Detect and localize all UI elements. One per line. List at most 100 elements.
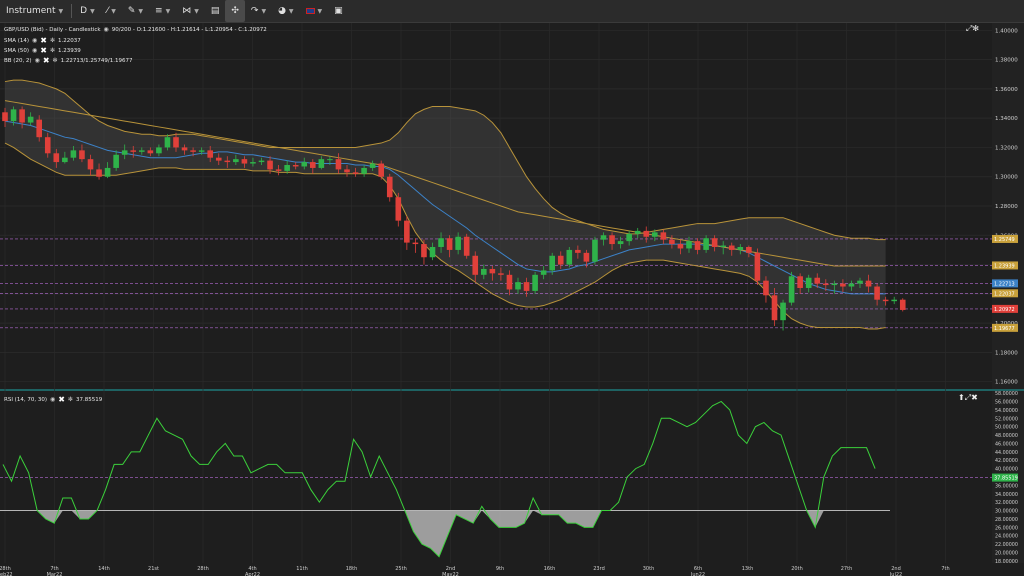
rsi-tick-label: 44.00000 (995, 450, 1018, 456)
candle-body (27, 116, 34, 123)
candle-body (70, 150, 77, 158)
candle-body (481, 268, 487, 275)
x-tick-label: 30th (643, 566, 655, 572)
rsi-tick-label: 24.00000 (995, 534, 1018, 540)
sma14-label: SMA (14) (4, 37, 30, 44)
rsi-label: RSI (14, 70, 30) (4, 396, 47, 403)
x-tick-label: 14th (98, 566, 110, 572)
candle-body (378, 163, 384, 177)
price-tag-label: 1.23939 (994, 263, 1015, 269)
price-tag-label: 1.19677 (994, 326, 1015, 332)
rsi-tick-label: 18.00000 (995, 559, 1018, 565)
candle-body (369, 163, 376, 168)
eye-icon[interactable]: ◉ (32, 37, 37, 44)
eye-icon[interactable]: ◉ (35, 57, 40, 64)
candle-body (267, 160, 273, 170)
rsi-tick-label: 58.00000 (995, 391, 1018, 397)
candle-body (62, 157, 68, 163)
candle-body (686, 241, 692, 249)
price-tick-label: 1.36000 (995, 87, 1018, 93)
move-up-icon[interactable]: ⬆ (958, 393, 965, 402)
price-tag-label: 1.22713 (994, 281, 1015, 287)
candle-body (335, 159, 342, 170)
bb-label: BB (20, 2) (4, 57, 32, 64)
gear-icon[interactable]: ✻ (68, 396, 73, 403)
candle-body (258, 160, 265, 163)
price-tick-label: 1.30000 (995, 175, 1018, 181)
candle-body (173, 137, 179, 148)
x-tick-label: 27th (841, 566, 853, 572)
candle-body (711, 238, 718, 247)
candle-body (489, 268, 496, 274)
rsi-tick-label: 30.00000 (995, 509, 1018, 515)
candle-body (79, 150, 85, 160)
gear-icon[interactable]: ✻ (53, 57, 58, 64)
rsi-tick-label: 40.00000 (995, 467, 1018, 473)
candle-body (96, 169, 102, 177)
candle-body (19, 109, 25, 123)
rsi-tick-label: 20.00000 (995, 551, 1018, 557)
candle-body (848, 283, 855, 287)
close-icon[interactable]: ✖ (43, 56, 50, 65)
ohlc-values: 90/200 - O:1.21600 - H:1.21614 - L:1.209… (111, 26, 267, 33)
legend-title-row: GBP/USD (Bid) - Daily - Candlestick ◉ 90… (4, 26, 267, 33)
candle-body (198, 150, 205, 152)
rsi-tick-label: 56.00000 (995, 399, 1018, 405)
rsi-tag-label: 37.85519 (994, 476, 1018, 482)
x-tick-label-month: Mar22 (47, 572, 63, 576)
rsi-tick-label: 28.00000 (995, 517, 1018, 523)
x-tick-label: 20th (791, 566, 803, 572)
candle-body (823, 283, 829, 286)
candle-body (677, 244, 684, 249)
candle-body (771, 295, 778, 321)
x-tick-label-month: Feb22 (0, 572, 13, 576)
candle-body (746, 246, 752, 253)
rsi-tick-label: 48.00000 (995, 433, 1018, 439)
candle-body (36, 119, 42, 138)
rsi-tick-label: 46.00000 (995, 441, 1018, 447)
candle-body (840, 283, 846, 287)
candle-body (207, 150, 213, 158)
candle-body (404, 220, 410, 243)
candle-body (515, 282, 521, 290)
candle-body (617, 241, 624, 245)
settings-icon[interactable]: ✻ (972, 24, 979, 33)
close-icon[interactable]: ✖ (40, 36, 47, 45)
eye-icon[interactable]: ◉ (32, 47, 37, 54)
candle-body (344, 169, 350, 173)
rsi-tick-label: 22.00000 (995, 542, 1018, 548)
candle-body (523, 282, 530, 291)
candle-body (549, 255, 555, 271)
candle-body (53, 153, 60, 163)
candle-body (720, 245, 726, 247)
candle-body (233, 159, 239, 163)
rsi-pane-tools: ⬆⤢✖ (958, 393, 978, 403)
candle-body (737, 246, 744, 250)
candle-body (857, 280, 863, 284)
eye-icon[interactable]: ◉ (50, 396, 55, 403)
candle-body (421, 244, 427, 258)
x-tick-label: 23rd (593, 566, 605, 572)
candle-body (156, 147, 162, 154)
close-icon[interactable]: ✖ (40, 46, 47, 55)
gear-icon[interactable]: ✻ (50, 37, 55, 44)
candle-body (865, 280, 872, 287)
gear-icon[interactable]: ✻ (50, 47, 55, 54)
x-tick-label: 16th (544, 566, 556, 572)
chart-canvas[interactable]: 1.40000 1.38000 1.36000 1.34000 1.32000 1.300… (0, 0, 1024, 576)
candle-body (506, 274, 513, 290)
rsi-tick-label: 52.00000 (995, 416, 1018, 422)
candle-body (44, 137, 51, 154)
candle-body (395, 197, 402, 221)
price-tick-label: 1.32000 (995, 145, 1018, 151)
candle-body (301, 162, 308, 167)
candle-body (532, 274, 538, 291)
candle-body (669, 239, 675, 245)
candle-body (2, 112, 8, 122)
candle-body (104, 167, 111, 177)
close-icon[interactable]: ✖ (58, 395, 65, 404)
eye-icon[interactable]: ◉ (104, 26, 109, 33)
x-tick-label: 28th (197, 566, 209, 572)
close-pane-icon[interactable]: ✖ (971, 393, 978, 402)
candle-body (429, 246, 436, 258)
